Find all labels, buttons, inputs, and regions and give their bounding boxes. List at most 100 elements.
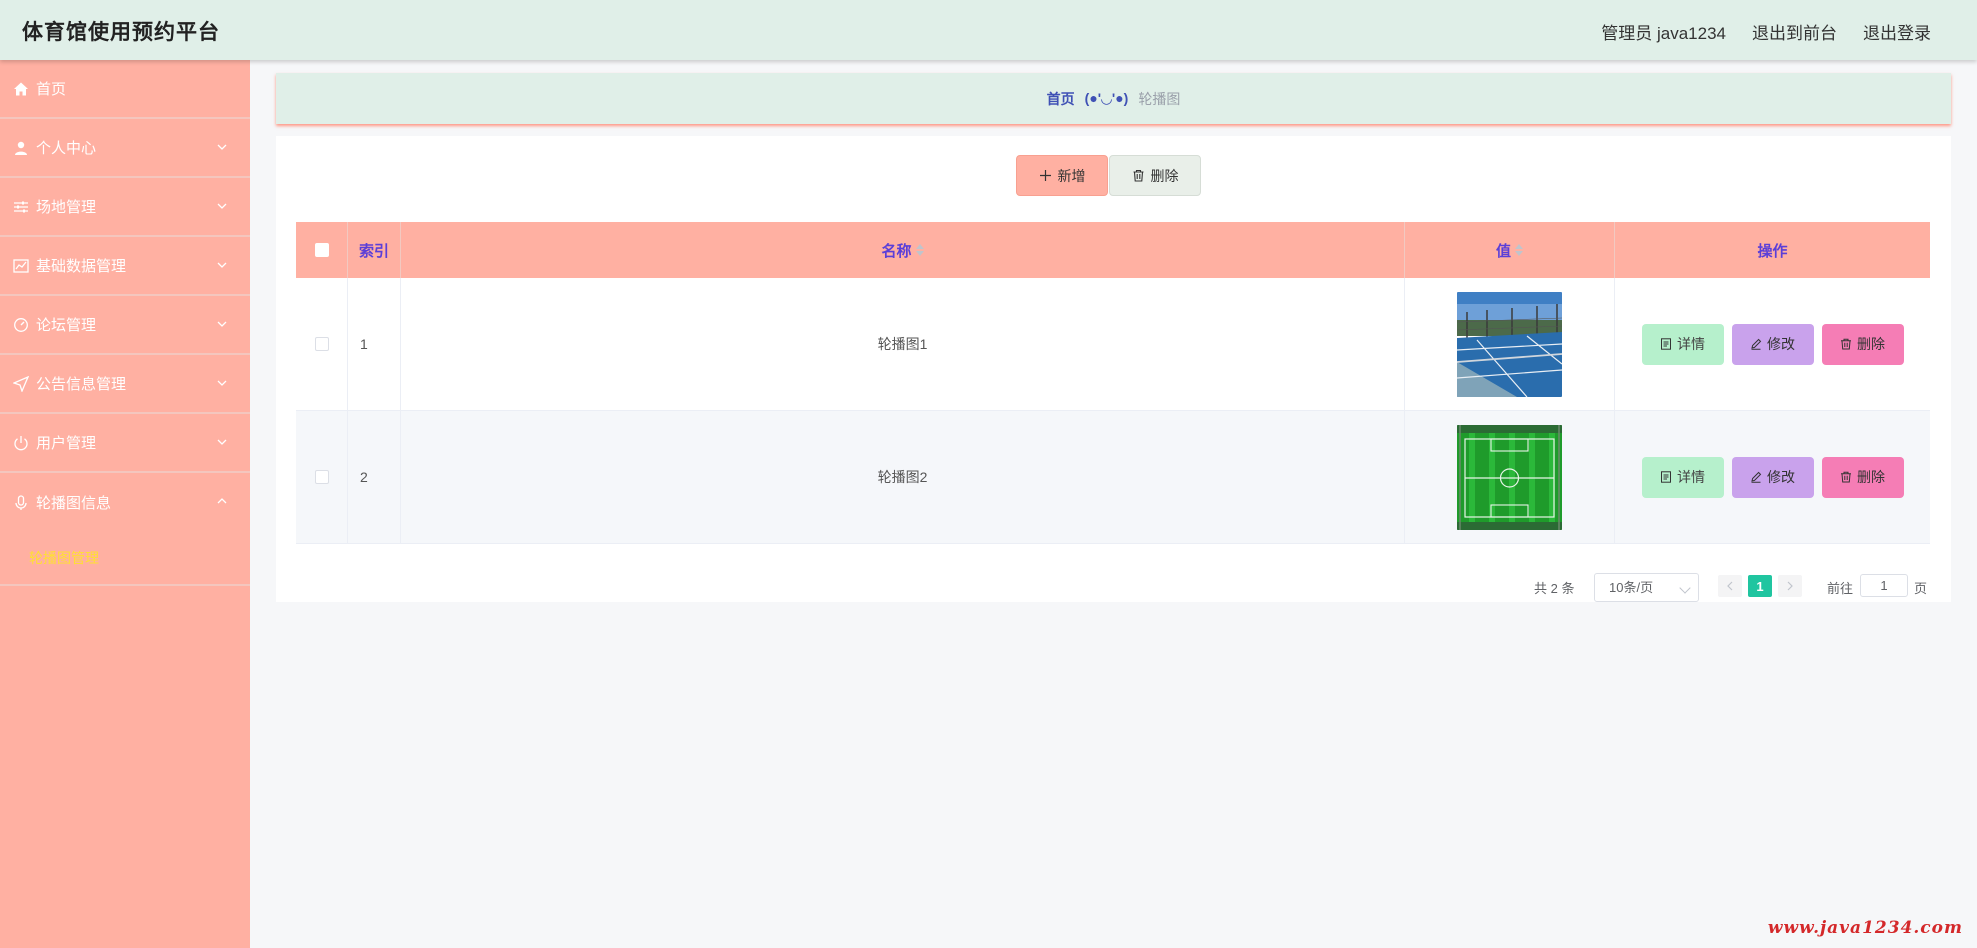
pagination-total: 共 2 条 (1534, 581, 1575, 596)
logout-link[interactable]: 退出登录 (1863, 19, 1931, 44)
header-actions: 操作 (1615, 222, 1930, 278)
breadcrumb-current: 轮播图 (1138, 90, 1181, 107)
delete-button[interactable]: 删除 (1821, 456, 1904, 498)
chevron-down-icon (217, 203, 227, 209)
trash-icon (1133, 169, 1143, 182)
sidebar-subitem-carousel-management[interactable]: 轮播图管理 (0, 532, 250, 586)
sidebar-item-carousel-info[interactable]: 轮播图信息 (0, 473, 250, 532)
top-header: 体育馆使用预约平台 管理员 java1234 退出到前台 退出登录 (0, 0, 1977, 60)
sidebar-item-personal-center[interactable]: 个人中心 (0, 119, 250, 178)
chevron-up-icon (217, 498, 227, 504)
breadcrumb-home[interactable]: 首页 (1047, 89, 1075, 109)
sidebar-item-label: 公告信息管理 (36, 376, 127, 393)
sidebar-item-announcement[interactable]: 公告信息管理 (0, 355, 250, 414)
row-actions: 详情 修改 删除 (1615, 411, 1930, 543)
detail-button[interactable]: 详情 (1641, 456, 1724, 498)
current-user: 管理员 java1234 (1601, 24, 1726, 43)
detail-label: 详情 (1677, 469, 1705, 485)
page-number-current[interactable]: 1 (1748, 575, 1772, 597)
header-actions-label: 操作 (1757, 242, 1788, 260)
user-icon (13, 140, 29, 156)
goto-page-input[interactable] (1860, 574, 1908, 597)
chevron-down-icon (217, 262, 227, 268)
page-size-value: 10条/页 (1609, 580, 1654, 595)
page-size-select[interactable]: 10条/页 (1594, 573, 1699, 602)
send-icon (13, 375, 29, 392)
sidebar-item-home[interactable]: 首页 (0, 60, 250, 119)
table-row: 1 轮播图1 详情 修改 删除 (296, 278, 1930, 411)
chevron-down-icon (217, 144, 227, 150)
sidebar-item-label: 轮播图信息 (36, 495, 112, 512)
power-icon (13, 435, 29, 451)
document-icon (1661, 471, 1671, 483)
breadcrumb: 首页 (●'◡'●) 轮播图 (276, 73, 1951, 124)
goto-label: 前往 (1827, 581, 1854, 596)
pagination: 共 2 条 10条/页 1 前往 页 (276, 571, 1951, 602)
chart-icon (13, 258, 29, 274)
app-title: 体育馆使用预约平台 (22, 21, 220, 44)
chevron-down-icon (217, 439, 227, 445)
row-index: 1 (348, 278, 401, 410)
sidebar-item-forum[interactable]: 论坛管理 (0, 296, 250, 355)
sidebar-item-label: 首页 (36, 81, 67, 98)
pencil-icon (1751, 338, 1762, 350)
trash-icon (1841, 338, 1851, 350)
content-panel: 新增 删除 索引 名称 值 操作 1 轮播图1 详情 修改 删除 2 轮播图2 … (276, 136, 1951, 602)
exit-to-front-link[interactable]: 退出到前台 (1752, 19, 1837, 44)
row-value (1405, 278, 1615, 410)
row-checkbox-cell (296, 411, 348, 543)
detail-button[interactable]: 详情 (1641, 323, 1724, 365)
detail-label: 详情 (1677, 336, 1705, 352)
row-index: 2 (348, 411, 401, 543)
row-checkbox[interactable] (314, 470, 329, 484)
delete-label: 删除 (1857, 336, 1885, 352)
breadcrumb-separator: (●'◡'●) (1084, 90, 1129, 106)
header-value[interactable]: 值 (1405, 222, 1615, 278)
sidebar-item-label: 个人中心 (36, 140, 97, 157)
prev-page-button[interactable] (1718, 575, 1742, 597)
carousel-image-football-field[interactable] (1457, 424, 1562, 530)
chevron-down-icon (217, 321, 227, 327)
row-name: 轮播图1 (401, 278, 1405, 410)
header-name[interactable]: 名称 (401, 222, 1405, 278)
sidebar-item-label: 论坛管理 (36, 317, 97, 334)
watermark: www.java1234.com (1767, 918, 1963, 938)
tennis-court-image (1457, 291, 1562, 397)
table-header: 索引 名称 值 操作 (296, 222, 1930, 278)
header-checkbox-cell (296, 222, 348, 278)
sort-icon[interactable] (915, 244, 924, 256)
edit-label: 修改 (1767, 469, 1795, 485)
table-row: 2 轮播图2 详情 修改 删除 (296, 411, 1930, 544)
row-checkbox[interactable] (314, 337, 329, 351)
row-checkbox-cell (296, 278, 348, 410)
delete-label: 删除 (1857, 469, 1885, 485)
select-all-checkbox[interactable] (314, 243, 329, 257)
row-name: 轮播图2 (401, 411, 1405, 543)
document-icon (1661, 338, 1671, 350)
header-value-label: 值 (1495, 242, 1511, 260)
pencil-icon (1751, 471, 1762, 483)
home-icon (13, 81, 29, 97)
carousel-table: 索引 名称 值 操作 1 轮播图1 详情 修改 删除 2 轮播图2 详情 修改 … (296, 222, 1930, 544)
sort-icon[interactable] (1515, 244, 1523, 256)
sidebar-item-user-management[interactable]: 用户管理 (0, 414, 250, 473)
header-index: 索引 (348, 222, 401, 278)
chevron-down-icon (1679, 582, 1691, 594)
batch-delete-button[interactable]: 删除 (1109, 155, 1201, 196)
sliders-icon (13, 199, 29, 215)
sidebar-item-label: 用户管理 (36, 435, 97, 452)
edit-label: 修改 (1767, 336, 1795, 352)
chevron-right-icon (1787, 581, 1793, 591)
carousel-image-tennis-court[interactable] (1457, 291, 1562, 397)
edit-button[interactable]: 修改 (1731, 456, 1814, 498)
sidebar-item-label: 基础数据管理 (36, 258, 127, 275)
delete-button[interactable]: 删除 (1821, 323, 1904, 365)
edit-button[interactable]: 修改 (1731, 323, 1814, 365)
sidebar-item-venue-management[interactable]: 场地管理 (0, 178, 250, 237)
row-value (1405, 411, 1615, 543)
next-page-button[interactable] (1778, 575, 1802, 597)
add-button[interactable]: 新增 (1016, 155, 1108, 196)
football-field-image (1457, 424, 1562, 530)
sidebar-item-basic-data[interactable]: 基础数据管理 (0, 237, 250, 296)
page-unit-label: 页 (1914, 581, 1928, 596)
